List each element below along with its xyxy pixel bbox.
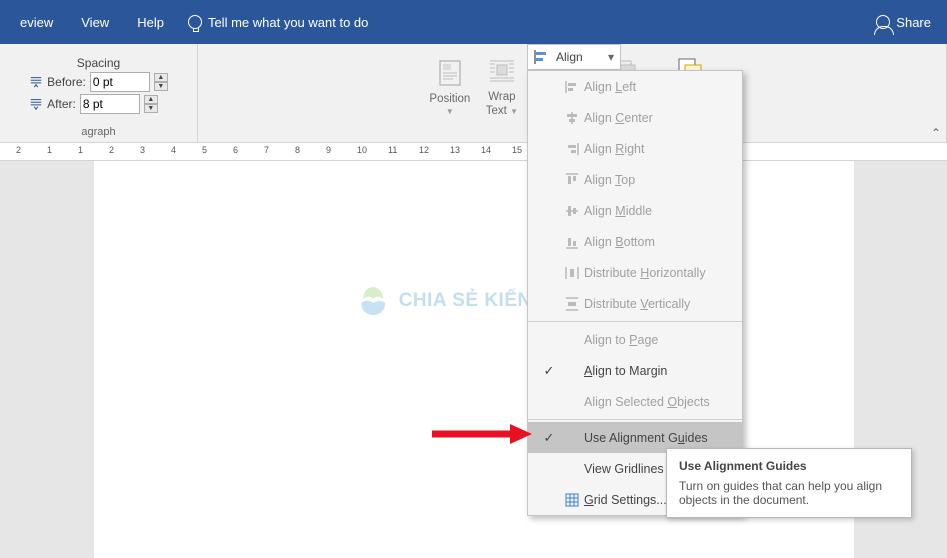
- menu-separator: [528, 321, 742, 322]
- ruler-number: 12: [419, 145, 429, 155]
- menu-item: Align Selected Objects: [528, 386, 742, 417]
- tell-me-label: Tell me what you want to do: [208, 15, 368, 30]
- ruler-number: 1: [47, 145, 52, 155]
- horizontal-ruler[interactable]: 21123456789101112131415: [0, 143, 947, 161]
- ruler-number: 5: [202, 145, 207, 155]
- spacing-title: Spacing: [29, 56, 168, 70]
- spacing-after-label: After:: [47, 97, 76, 111]
- menu-item: Distribute Vertically: [528, 288, 742, 319]
- tell-me-search[interactable]: Tell me what you want to do: [178, 15, 378, 30]
- user-icon: [876, 15, 890, 29]
- menu-item-label: Align Middle: [584, 204, 732, 218]
- align-bottom-icon: [560, 234, 584, 250]
- menu-item-label: Align Selected Objects: [584, 395, 732, 409]
- menu-item-label: Align to Margin: [584, 364, 732, 378]
- grid-icon: [560, 492, 584, 508]
- share-label: Share: [896, 15, 931, 30]
- align-left-icon: [560, 79, 584, 95]
- align-button-label: Align: [556, 50, 583, 64]
- ruler-number: 6: [233, 145, 238, 155]
- menu-item-label: Distribute Horizontally: [584, 266, 732, 280]
- chevron-down-icon: ▾: [608, 50, 614, 64]
- position-label: Position: [429, 93, 470, 105]
- menu-item-label: Align Right: [584, 142, 732, 156]
- watermark-logo-icon: [353, 281, 393, 321]
- ruler-number: 13: [450, 145, 460, 155]
- menu-item-label: Align Bottom: [584, 235, 732, 249]
- position-icon: [434, 57, 466, 89]
- ruler-number: 1: [78, 145, 83, 155]
- ruler-number: 14: [481, 145, 491, 155]
- ruler-number: 8: [295, 145, 300, 155]
- menu-item-label: Use Alignment Guides: [584, 431, 732, 445]
- ruler-number: 3: [140, 145, 145, 155]
- distribute-h-icon: [560, 265, 584, 281]
- share-button[interactable]: Share: [876, 15, 931, 30]
- ribbon: Spacing Before: ▲▼ After: ▲▼ agraph: [0, 44, 947, 143]
- spacing-after-input[interactable]: [80, 94, 140, 114]
- distribute-v-icon: [560, 296, 584, 312]
- tab-help[interactable]: Help: [123, 0, 178, 44]
- ruler-number: 4: [171, 145, 176, 155]
- spacing-before-spinner[interactable]: ▲▼: [154, 73, 168, 91]
- spacing-before-label: Before:: [47, 75, 86, 89]
- ruler-number: 7: [264, 145, 269, 155]
- menu-item: Align Bottom: [528, 226, 742, 257]
- menu-item-label: Distribute Vertically: [584, 297, 732, 311]
- group-paragraph-label: agraph: [81, 124, 115, 140]
- ruler-number: 15: [512, 145, 522, 155]
- align-middle-icon: [560, 203, 584, 219]
- menu-item: Align Top: [528, 164, 742, 195]
- lightbulb-icon: [188, 15, 202, 29]
- title-bar: eview View Help Tell me what you want to…: [0, 0, 947, 44]
- spacing-before-icon: [29, 75, 43, 89]
- spacing-after-icon: [29, 97, 43, 111]
- menu-item-label: Align Top: [584, 173, 732, 187]
- menu-item-label: Align to Page: [584, 333, 732, 347]
- spacing-before-input[interactable]: [90, 72, 150, 92]
- menu-separator: [528, 419, 742, 420]
- ruler-number: 9: [326, 145, 331, 155]
- menu-item: Align Left: [528, 71, 742, 102]
- align-right-icon: [560, 141, 584, 157]
- ruler-number: 11: [388, 145, 397, 155]
- wrap-text-icon: [486, 55, 518, 87]
- menu-item: Align Middle: [528, 195, 742, 226]
- wrap-text-button[interactable]: Wrap Text ▼: [477, 53, 527, 119]
- ruler-number: 2: [16, 145, 21, 155]
- collapse-ribbon-button[interactable]: ⌃: [931, 126, 941, 140]
- align-dropdown-button[interactable]: Align ▾: [527, 44, 621, 70]
- check-icon: ✓: [538, 430, 560, 446]
- menu-item-label: Align Center: [584, 111, 732, 125]
- tab-view[interactable]: View: [67, 0, 123, 44]
- group-paragraph: Spacing Before: ▲▼ After: ▲▼ agraph: [0, 44, 198, 142]
- menu-item[interactable]: ✓ Align to Margin: [528, 355, 742, 386]
- tab-review[interactable]: eview: [6, 0, 67, 44]
- check-icon: ✓: [538, 363, 560, 379]
- tooltip-title: Use Alignment Guides: [679, 459, 899, 473]
- ruler-number: 10: [357, 145, 367, 155]
- align-top-icon: [560, 172, 584, 188]
- menu-item: Align to Page: [528, 324, 742, 355]
- ruler-number: 2: [109, 145, 114, 155]
- spacing-after-spinner[interactable]: ▲▼: [144, 95, 158, 113]
- menu-item: Align Center: [528, 102, 742, 133]
- align-center-icon: [560, 110, 584, 126]
- position-button[interactable]: Position ▼: [425, 55, 475, 118]
- align-icon: [534, 49, 550, 65]
- menu-item-label: Align Left: [584, 80, 732, 94]
- tooltip-body: Turn on guides that can help you align o…: [679, 479, 899, 507]
- menu-item: Align Right: [528, 133, 742, 164]
- menu-item: Distribute Horizontally: [528, 257, 742, 288]
- tooltip: Use Alignment Guides Turn on guides that…: [666, 448, 912, 518]
